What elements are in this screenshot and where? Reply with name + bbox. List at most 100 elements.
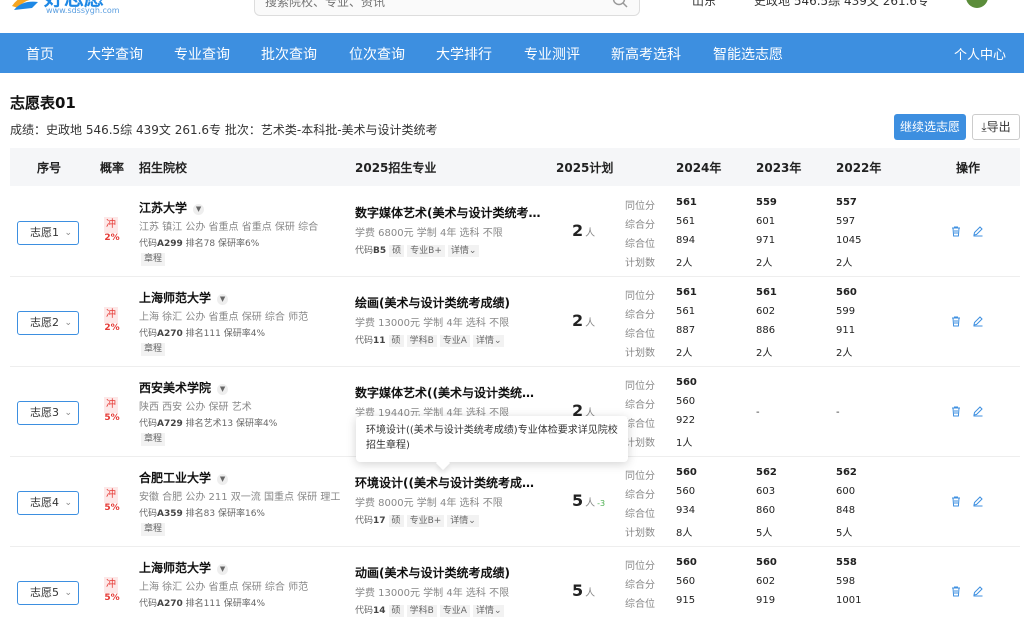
edit-icon[interactable] (972, 315, 984, 327)
export-button[interactable]: ⤓导出 (972, 114, 1020, 140)
school-name[interactable]: 上海师范大学 ▼ (139, 289, 229, 306)
postgrad-rate: 保研率6% (217, 239, 260, 249)
table-row: 志愿1 ⌄ 冲 2% 江苏大学 ▼ 江苏 镇江 公办 省重点 省重点 保研 综合 代… (10, 187, 1020, 277)
edit-icon[interactable] (972, 225, 984, 237)
top-bar: 好志愿 www.sdssygh.com 山东 史政地 546.5综 439文 2… (0, 0, 1024, 32)
order-select[interactable]: 志愿4 ⌄ (17, 491, 79, 515)
delete-icon[interactable] (950, 495, 962, 507)
stat-2023: 603 (756, 486, 776, 497)
major-name[interactable]: 数字媒体艺术((美术与设计类统考成绩)) (355, 384, 541, 401)
school-name[interactable]: 合肥工业大学 ▼ (139, 469, 229, 486)
major-name[interactable]: 动画(美术与设计类统考成绩) (355, 564, 541, 581)
delete-icon[interactable] (950, 315, 962, 327)
detail-toggle[interactable]: 详情⌄ (472, 335, 505, 347)
stat-2024: 2人 (676, 348, 693, 359)
search-box[interactable] (254, 0, 640, 16)
postgrad-rate: 保研率4% (223, 329, 265, 339)
charter-link[interactable]: 章程 (141, 253, 166, 266)
probability: 2% (104, 323, 120, 333)
edit-icon[interactable] (972, 495, 984, 507)
tooltip: 环境设计((美术与设计类统考成绩)专业体检要求详见院校招生章程) (356, 416, 628, 462)
charter-link[interactable]: 章程 (141, 523, 166, 536)
detail-toggle[interactable]: 详情⌄ (472, 605, 505, 617)
nav-university-ranking[interactable]: 大学排行 (436, 44, 492, 64)
search-input[interactable] (265, 0, 595, 11)
caret-down-icon[interactable]: ▼ (193, 204, 205, 215)
stat-2023-empty: - (756, 407, 760, 418)
stat-2022: 1045 (836, 235, 862, 246)
charter-link[interactable]: 章程 (141, 343, 166, 356)
stat-2024: 887 (676, 325, 696, 336)
caret-down-icon[interactable]: ▼ (217, 474, 229, 485)
delete-icon[interactable] (950, 405, 962, 417)
caret-down-icon[interactable]: ▼ (217, 564, 229, 575)
order-select[interactable]: 志愿1 ⌄ (17, 221, 79, 245)
th-2024: 2024年 (676, 161, 722, 175)
logo-url: www.sdssygh.com (46, 6, 120, 15)
logo[interactable]: 好志愿 www.sdssygh.com (12, 0, 122, 16)
stat-2024: 561 (676, 216, 696, 227)
charter-link[interactable]: 章程 (141, 433, 166, 446)
code-value: A729 (157, 419, 183, 429)
risk-badge: 冲 (104, 307, 118, 323)
school-name-text: 上海师范大学 (139, 291, 212, 305)
level-chip: 学科B (406, 335, 437, 347)
major-fee: 学费 6800元 学制 4年 选科 不限 (355, 228, 503, 239)
detail-label: 详情 (475, 336, 494, 346)
stat-2023: 561 (756, 287, 777, 298)
delete-icon[interactable] (950, 225, 962, 237)
plan-unit: 人 (585, 498, 596, 509)
probability: 5% (104, 503, 120, 513)
edit-icon[interactable] (972, 585, 984, 597)
major-name[interactable]: 数字媒体艺术(美术与设计类统考成绩) (355, 204, 541, 221)
nav-home[interactable]: 首页 (26, 44, 54, 64)
stat-2024: 561 (676, 287, 697, 298)
caret-down-icon[interactable]: ▼ (217, 294, 229, 305)
th-2023: 2023年 (756, 161, 802, 175)
stat-label: 综合分 (625, 490, 655, 501)
nav-user-center[interactable]: 个人中心 (954, 44, 1006, 63)
detail-toggle[interactable]: 详情⌄ (447, 245, 480, 257)
nav-batch-search[interactable]: 批次查询 (261, 44, 317, 64)
detail-toggle[interactable]: 详情⌄ (447, 515, 479, 527)
avatar[interactable] (966, 0, 988, 8)
search-icon[interactable] (611, 0, 629, 9)
stat-label: 综合分 (625, 580, 655, 591)
score-summary[interactable]: 史政地 546.5综 439文 261.6专 (754, 0, 929, 9)
plan-count: 5人 (572, 581, 595, 600)
school-name[interactable]: 西安美术学院 ▼ (139, 379, 229, 396)
stat-2023: 2人 (756, 348, 773, 359)
continue-select-button[interactable]: 继续选志愿 (894, 114, 966, 140)
nav-university-search[interactable]: 大学查询 (87, 44, 143, 64)
stat-2023: 562 (756, 467, 777, 478)
province-selector[interactable]: 山东 (692, 0, 716, 9)
major-name[interactable]: 绘画(美术与设计类统考成绩) (355, 294, 541, 311)
edit-icon[interactable] (972, 405, 984, 417)
order-select[interactable]: 志愿5 ⌄ (17, 581, 79, 605)
school-code: 代码A270 排名111 保研率4% (139, 326, 265, 339)
code-prefix: 代码 (139, 329, 158, 339)
major-name[interactable]: 环境设计((美术与设计类统考成绩)) (355, 474, 541, 491)
stat-2022: 911 (836, 325, 856, 336)
nav-major-evaluation[interactable]: 专业测评 (524, 44, 580, 64)
risk-badge: 冲 (104, 217, 118, 233)
caret-down-icon[interactable]: ▼ (217, 384, 229, 395)
order-select[interactable]: 志愿3 ⌄ (17, 401, 79, 425)
nav-subject-selection[interactable]: 新高考选科 (611, 44, 681, 64)
mcode-prefix: 代码 (355, 516, 374, 526)
major-code: 代码B5 硕专业B+ 详情⌄ (355, 243, 480, 257)
school-name[interactable]: 上海师范大学 ▼ (139, 559, 229, 576)
stat-2022: 600 (836, 486, 856, 497)
nav-smart-volunteer[interactable]: 智能选志愿 (713, 44, 783, 64)
risk-badge: 冲 (104, 397, 118, 413)
school-name[interactable]: 江苏大学 ▼ (139, 199, 205, 216)
export-label: 导出 (986, 120, 1011, 134)
nav-rank-search[interactable]: 位次查询 (349, 44, 405, 64)
nav-major-search[interactable]: 专业查询 (174, 44, 230, 64)
table-row: 志愿4 ⌄ 冲 5% 合肥工业大学 ▼ 安徽 合肥 公办 211 双一流 国重点 保… (10, 457, 1020, 547)
th-plan: 2025计划 (556, 161, 614, 175)
stat-label: 同位分 (625, 381, 655, 392)
order-select[interactable]: 志愿2 ⌄ (17, 311, 79, 335)
delete-icon[interactable] (950, 585, 962, 597)
mcode-prefix: 代码 (355, 336, 374, 346)
